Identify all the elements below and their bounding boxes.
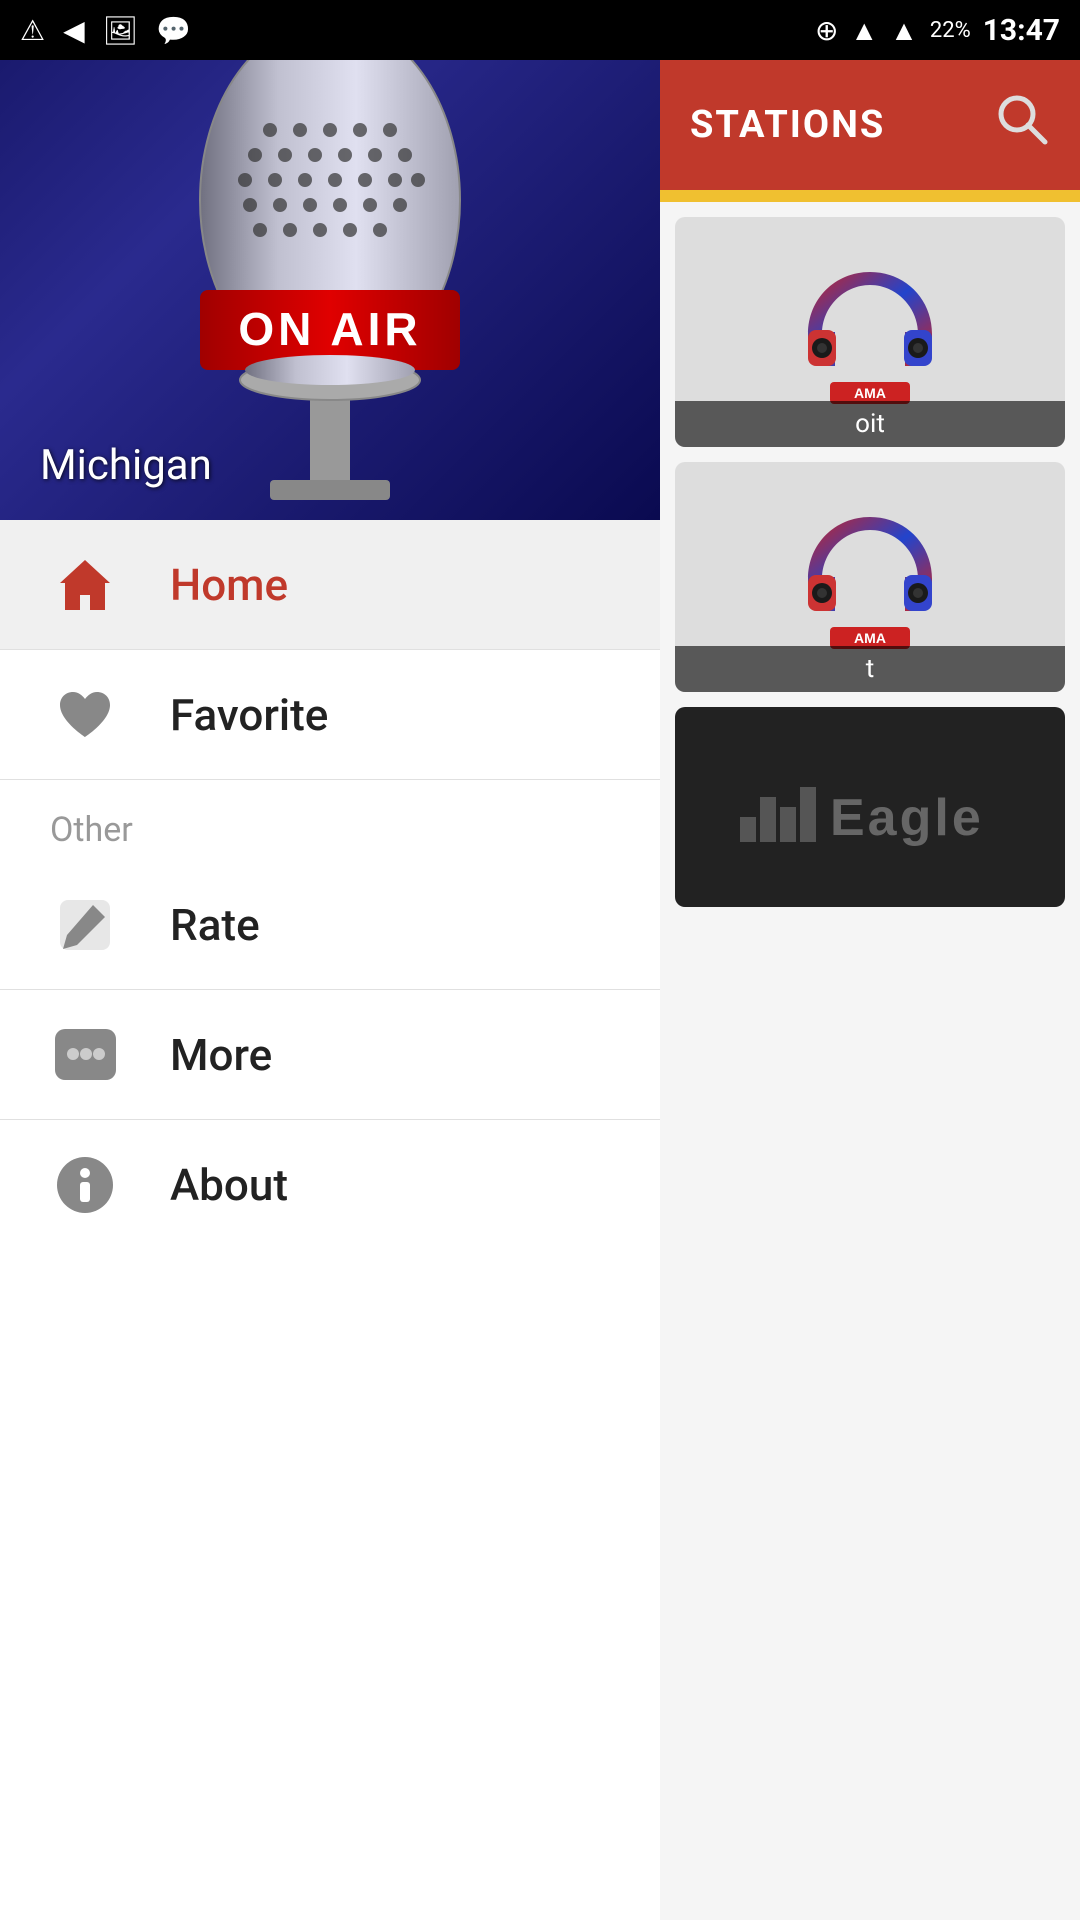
status-time: 13:47 [983, 13, 1060, 48]
yellow-bar [660, 190, 1080, 202]
nav-item-home[interactable]: Home [0, 520, 660, 650]
search-button[interactable] [995, 92, 1050, 159]
nav-favorite-label: Favorite [170, 689, 328, 741]
home-icon [50, 550, 120, 620]
drawer-header: ON AIR Michigan [0, 60, 660, 520]
station-1-subtitle: oit [675, 401, 1065, 447]
svg-text:AMA: AMA [854, 630, 886, 646]
station-card-1[interactable]: AMA oit [675, 217, 1065, 447]
signal-icon: ▲ [890, 14, 918, 47]
back-icon[interactable]: ◀ [63, 14, 85, 47]
add-circle-icon: ⊕ [815, 14, 838, 47]
right-panel: STATIONS [660, 60, 1080, 1920]
notification-icon: ⚠ [20, 14, 45, 47]
station-2-subtitle: t [675, 646, 1065, 692]
stations-header: STATIONS [660, 60, 1080, 190]
pencil-icon [50, 890, 120, 960]
nav-item-rate[interactable]: Rate [0, 860, 660, 990]
main-layout: ON AIR Michigan Home [0, 60, 1080, 1920]
nav-section: Home Favorite Other [0, 520, 660, 1920]
stations-title: STATIONS [690, 103, 885, 147]
status-bar-right: ⊕ ▲ ▲ 22% 13:47 [815, 13, 1060, 48]
image-icon: 🖼 [103, 14, 139, 47]
svg-text:ON AIR: ON AIR [238, 303, 421, 355]
station-card-2[interactable]: AMA t [675, 462, 1065, 692]
info-icon [50, 1150, 120, 1220]
battery-percent: 22% [930, 18, 971, 43]
navigation-drawer: ON AIR Michigan Home [0, 60, 660, 1920]
nav-home-label: Home [170, 559, 288, 611]
message-icon: 💬 [156, 14, 191, 47]
status-bar: ⚠ ◀ 🖼 💬 ⊕ ▲ ▲ 22% 13:47 [0, 0, 1080, 60]
heart-icon [50, 680, 120, 750]
eagle-logo: Eagle [730, 767, 1010, 847]
headphone-graphic-1: AMA [790, 252, 950, 412]
more-icon [50, 1020, 120, 1090]
svg-text:AMA: AMA [854, 385, 886, 401]
other-section-header: Other [0, 780, 660, 860]
headphone-graphic-2: AMA [790, 497, 950, 657]
nav-rate-label: Rate [170, 899, 260, 951]
nav-item-more[interactable]: More [0, 990, 660, 1120]
station-card-eagle[interactable]: Eagle [675, 707, 1065, 907]
nav-about-label: About [170, 1159, 288, 1211]
svg-text:Eagle: Eagle [830, 789, 984, 847]
nav-item-favorite[interactable]: Favorite [0, 650, 660, 780]
status-bar-left: ⚠ ◀ 🖼 💬 [20, 14, 191, 47]
wifi-icon: ▲ [850, 14, 878, 47]
nav-more-label: More [170, 1029, 272, 1081]
location-label: Michigan [40, 441, 212, 490]
microphone-image: ON AIR [170, 60, 490, 520]
stations-list: AMA oit [660, 202, 1080, 1920]
nav-item-about[interactable]: About [0, 1120, 660, 1250]
